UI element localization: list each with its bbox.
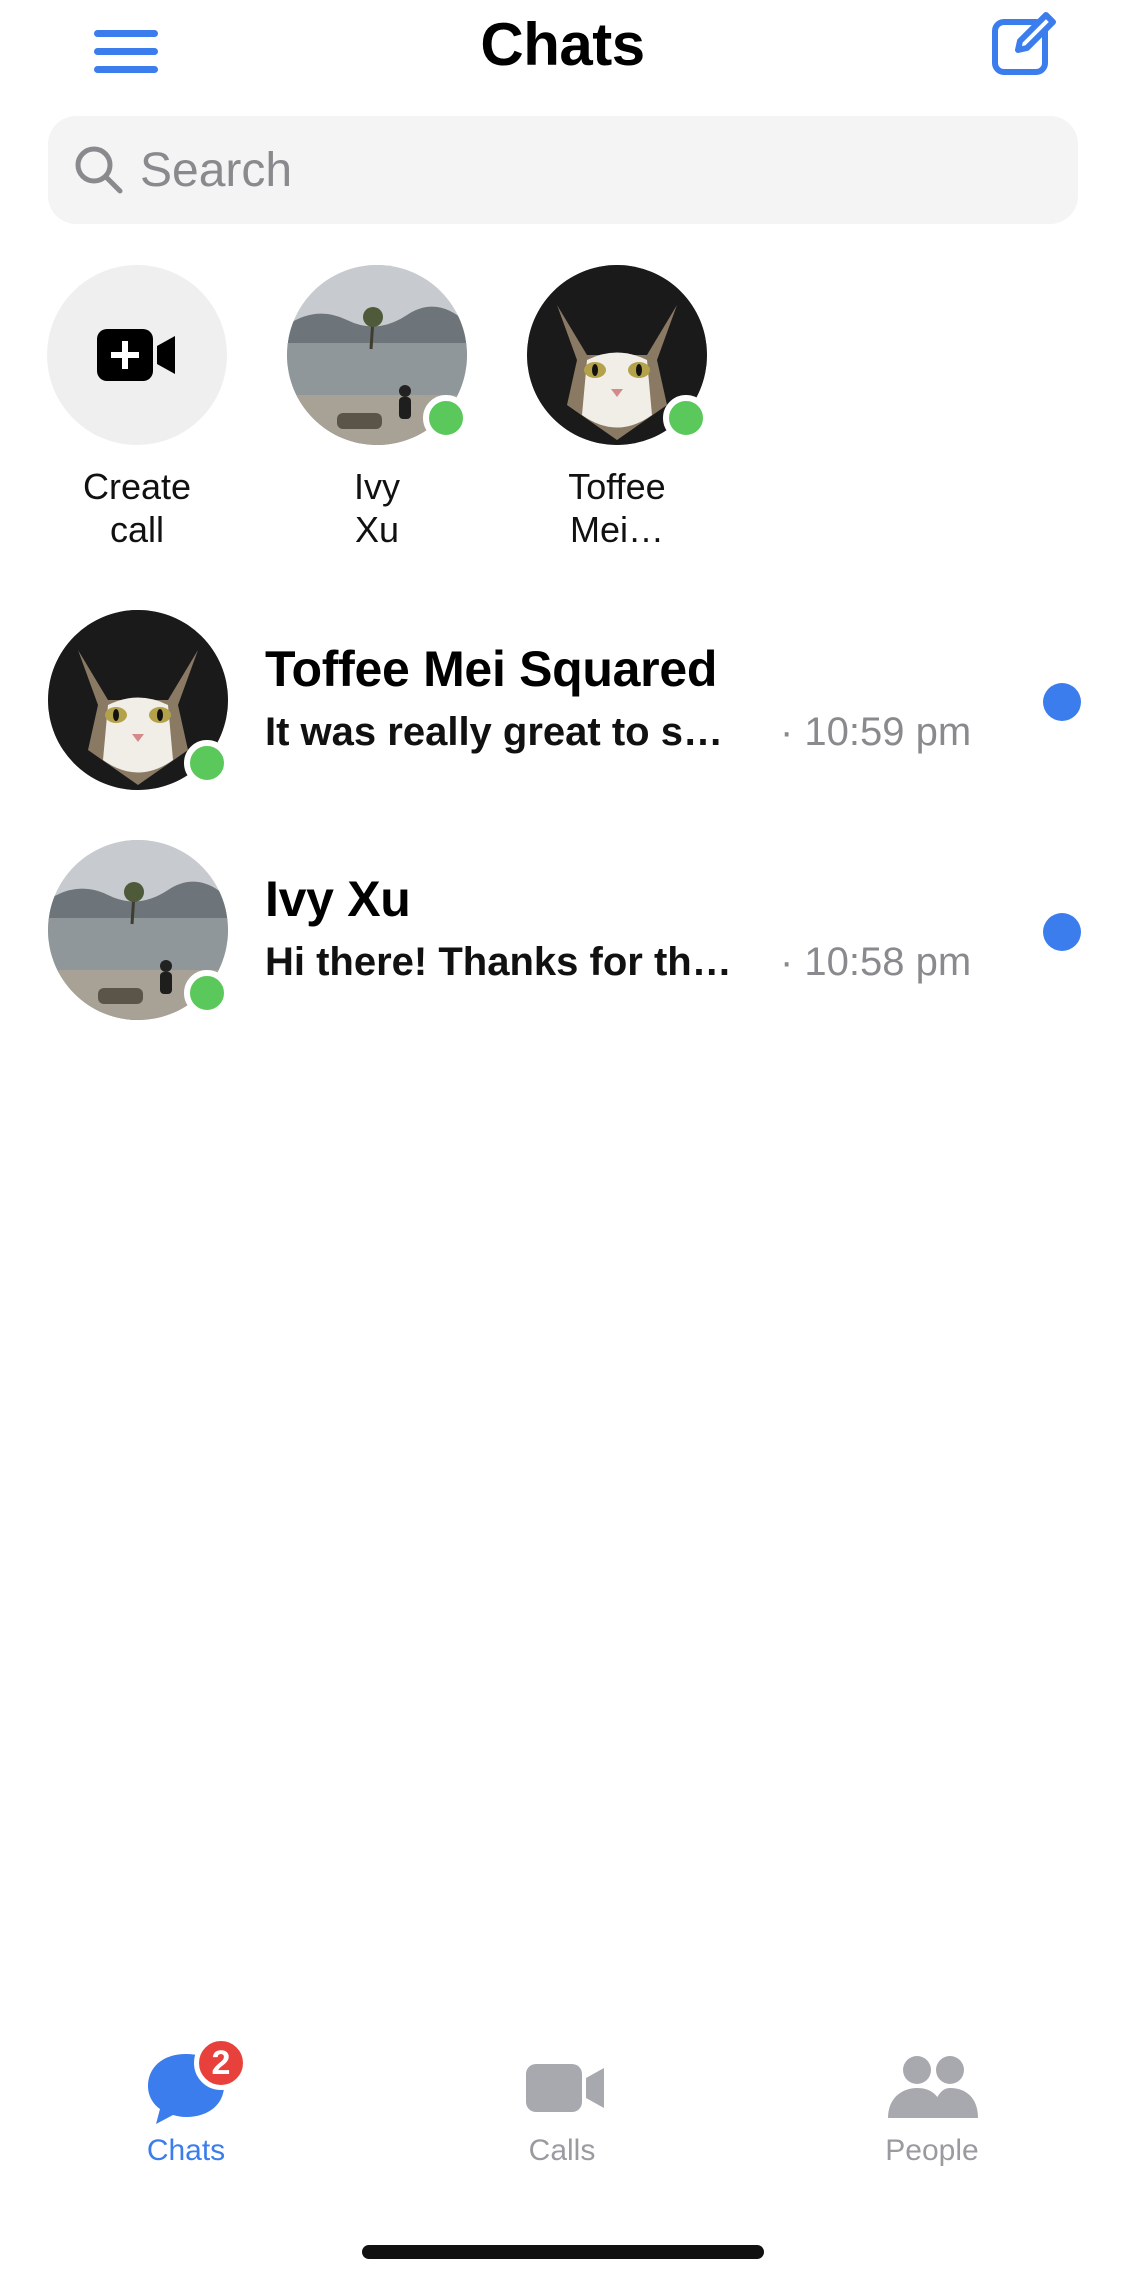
- search-bar[interactable]: [48, 116, 1078, 224]
- story-label: Ivy Xu: [353, 466, 400, 550]
- chat-time: · 10:59 pm: [780, 710, 972, 754]
- tab-label: Calls: [528, 2134, 596, 2167]
- search-icon: [75, 146, 123, 194]
- tab-chats[interactable]: 2 Chats: [66, 2036, 306, 2190]
- chat-name: Toffee Mei Squared: [265, 641, 718, 697]
- header: Chats: [0, 0, 1125, 100]
- unread-indicator: [1043, 913, 1081, 951]
- chat-time: · 10:58 pm: [780, 940, 972, 984]
- tab-label: People: [885, 2134, 979, 2167]
- chat-preview: It was really great to s…: [265, 710, 723, 754]
- unread-count-badge: 2: [194, 2036, 248, 2090]
- list-item[interactable]: Toffee Mei Squared It was really great t…: [0, 600, 1125, 800]
- list-item[interactable]: Ivy Xu Hi there! Thanks for th… · 10:58 …: [0, 830, 1125, 1030]
- avatar: [287, 265, 469, 445]
- people-icon: [882, 2040, 982, 2130]
- create-call-button[interactable]: Create call: [17, 265, 257, 551]
- story-label: Toffee Mei…: [568, 466, 666, 550]
- tab-bar: 2 Chats Calls People: [0, 2036, 1125, 2210]
- create-call-label: Create call: [82, 466, 192, 550]
- tab-calls[interactable]: Calls: [442, 2040, 682, 2190]
- story-ivy-xu[interactable]: Ivy Xu: [257, 265, 497, 551]
- online-indicator: [423, 395, 469, 441]
- compose-icon[interactable]: [990, 10, 1058, 78]
- chat-name: Ivy Xu: [265, 871, 411, 927]
- tab-label: Chats: [146, 2134, 226, 2167]
- online-indicator: [184, 970, 230, 1016]
- avatar: [527, 265, 709, 445]
- online-indicator: [663, 395, 709, 441]
- avatar: [48, 840, 230, 1020]
- video-plus-icon: [97, 329, 175, 381]
- avatar: [48, 610, 230, 790]
- search-input[interactable]: [140, 116, 1040, 224]
- page-title: Chats: [480, 11, 645, 78]
- story-toffee-mei[interactable]: Toffee Mei…: [497, 265, 737, 551]
- online-indicator: [184, 740, 230, 786]
- home-indicator[interactable]: [362, 2245, 764, 2259]
- chat-preview: Hi there! Thanks for th…: [265, 940, 732, 984]
- unread-indicator: [1043, 683, 1081, 721]
- active-contacts-row: Create call Ivy Xu Toffee Mei…: [0, 265, 1125, 565]
- chat-bubble-icon: 2: [136, 2036, 248, 2130]
- video-camera-icon: [512, 2040, 612, 2130]
- create-call-circle: [47, 265, 227, 445]
- tab-people[interactable]: People: [812, 2040, 1052, 2190]
